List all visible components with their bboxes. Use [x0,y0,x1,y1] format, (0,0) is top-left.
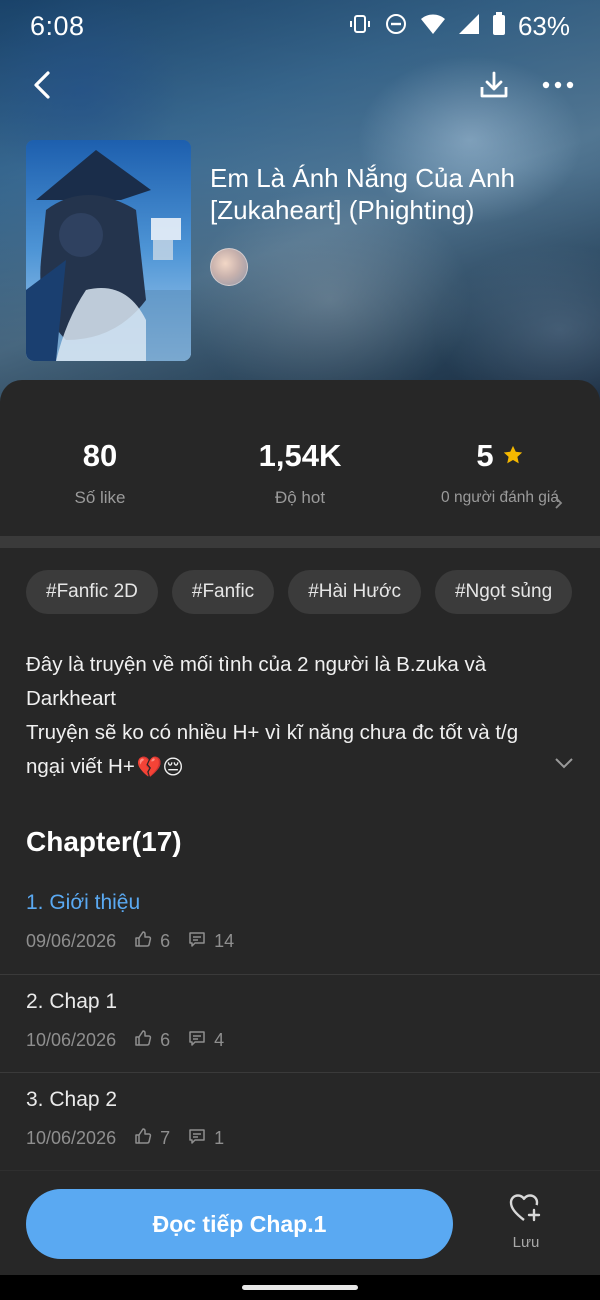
chapter-list: 1. Giới thiệu 09/06/2026 6 14 2. Chap 1 … [0,876,600,1172]
chapter-likes: 7 [160,1128,171,1148]
stats-row: 80 Số like 1,54K Độ hot 5 0 người đánh g… [0,400,600,540]
likes-value: 80 [82,438,118,473]
status-time: 6:08 [30,10,85,41]
status-icons: 63% [348,11,570,42]
chapter-date: 09/06/2026 [26,931,117,951]
hot-label: Độ hot [274,488,326,507]
hot-value: 1,54K [258,438,342,473]
rating-label: 0 người đánh giá [441,489,559,506]
book-cover[interactable] [26,140,191,361]
tag-chip[interactable]: #Fanfic 2D [26,570,158,614]
chevron-right-icon [554,496,564,515]
stat-hot: 1,54K Độ hot [200,400,400,540]
chapter-item[interactable]: 3. Chap 2 10/06/2026 7 1 [0,1073,600,1172]
vibrate-icon [348,12,372,41]
rating-value: 5 [476,438,494,473]
stat-rating[interactable]: 5 0 người đánh giá [400,400,600,540]
chapter-comments: 14 [214,931,235,951]
chapter-likes: 6 [160,1029,171,1050]
comment-icon [188,930,206,953]
chapter-meta: 10/06/2026 7 1 [26,1127,574,1150]
author-avatar[interactable] [210,248,248,286]
comment-icon [188,1127,206,1150]
chapter-title: 3. Chap 2 [26,1088,118,1111]
home-indicator[interactable] [242,1285,358,1290]
chapter-heading: Chapter(17) [26,826,182,857]
tag-chip[interactable]: #Hài Hước [288,570,421,614]
chapter-likes: 6 [160,931,171,951]
more-icon[interactable] [536,63,580,107]
status-bar: 6:08 63% [0,0,600,52]
bottom-action-bar: Đọc tiếp Chap.1 Lưu [0,1170,600,1275]
tag-list: #Fanfic 2D #Fanfic #Hài Hước #Ngọt sủng [26,570,573,614]
star-icon [502,438,524,474]
content-sheet: 80 Số like 1,54K Độ hot 5 0 người đánh g… [0,380,600,1300]
section-divider [0,536,600,548]
save-label: Lưu [512,1234,540,1251]
battery-icon [492,11,506,41]
description-emoji: 💔😔 [136,755,184,779]
book-title: Em Là Ánh Nắng Của Anh [Zukaheart] (Phig… [210,163,515,225]
top-app-bar [0,60,600,110]
chapter-meta: 09/06/2026 6 14 [26,930,574,953]
chapter-title: 1. Giới thiệu [26,891,141,914]
likes-label: Số like [74,488,126,507]
dnd-icon [384,12,408,41]
description-line: Đây là truyện về mối tình của 2 người là… [26,653,487,710]
tag-chip[interactable]: #Fanfic [171,570,275,614]
chapter-date: 10/06/2026 [26,1128,117,1148]
back-arrow-icon[interactable] [20,63,64,107]
chevron-down-icon[interactable] [554,756,574,774]
description-line: Truyện sẽ ko có nhiều H+ vì kĩ năng chưa… [26,721,519,778]
battery-percent: 63% [517,10,570,41]
tag-chip[interactable]: #Ngọt sủng [434,570,573,614]
signal-icon [458,13,480,40]
thumbs-up-icon [134,1029,152,1052]
stat-likes: 80 Số like [0,400,200,540]
comment-icon [188,1029,206,1052]
chapter-comments: 4 [214,1029,225,1050]
chapter-date: 10/06/2026 [26,1029,117,1050]
wifi-icon [420,13,446,40]
chapter-item[interactable]: 1. Giới thiệu 09/06/2026 6 14 [0,876,600,975]
heart-plus-icon [509,1193,543,1228]
book-info: Em Là Ánh Nắng Của Anh [Zukaheart] (Phig… [210,162,580,286]
chapter-title: 2. Chap 1 [26,989,118,1013]
book-description: Đây là truyện về mối tình của 2 người là… [26,648,551,785]
chapter-comments: 1 [214,1128,225,1148]
chapter-meta: 10/06/2026 6 4 [26,1029,574,1052]
thumbs-up-icon [134,1127,152,1150]
thumbs-up-icon [134,930,152,953]
chapter-item[interactable]: 2. Chap 1 10/06/2026 6 4 [0,975,600,1073]
save-button[interactable]: Lưu [490,1193,562,1257]
continue-reading-button[interactable]: Đọc tiếp Chap.1 [26,1189,453,1259]
download-icon[interactable] [472,63,516,107]
system-nav-bar [0,1275,600,1300]
